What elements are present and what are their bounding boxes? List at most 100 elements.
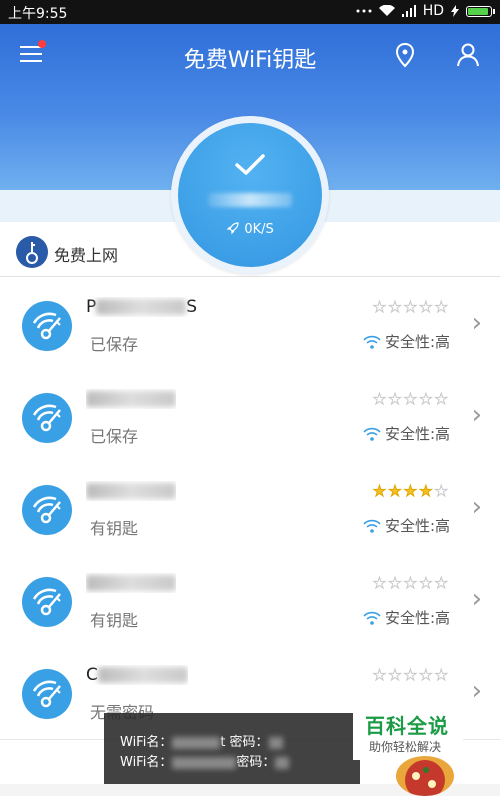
wifi-status-icon [378,5,395,16]
wifi-list-item[interactable]: 有钥匙 ★ ★ ★ ★ ★ 安全性:高 › [0,463,500,556]
wifi-list-item[interactable]: 已保存 ★ ★ ★ ★ ★ 安全性:高 › [0,371,500,464]
wifi-key-icon [22,669,72,719]
star-icon: ★ [403,298,418,316]
wifi-name-blurred [97,667,188,683]
wifi-status: 有钥匙 [90,519,139,538]
wifi-status: 已保存 [90,427,139,446]
security-label: 安全性:高 [384,609,450,627]
star-icon: ★ [388,298,402,316]
star-icon: ★ [372,298,387,316]
chevron-right-icon: › [471,400,482,430]
security-label: 安全性:高 [384,425,450,443]
wifi-small-icon [363,519,381,533]
wifi-name [86,481,176,501]
toast-line-1: WiFi名： t 密码： [120,731,283,750]
wifi-name-blurred [96,299,187,315]
star-icon: ★ [419,482,433,500]
wifi-security: 安全性:高 [363,515,450,536]
star-icon: ★ [419,574,433,592]
cell-signal-icon [401,5,416,17]
chevron-right-icon: › [471,492,482,522]
wifi-rating: ★ ★ ★ ★ ★ [372,298,448,316]
star-icon: ★ [372,390,387,408]
star-icon: ★ [403,666,418,684]
wifi-security: 安全性:高 [363,607,450,628]
wifi-rating: ★ ★ ★ ★ ★ [372,482,448,500]
star-icon: ★ [372,482,387,500]
wifi-name [86,573,176,593]
signal-dots-icon [356,9,372,13]
toast-mask [268,736,283,749]
star-icon: ★ [419,298,433,316]
wifi-name-blurred [86,575,176,591]
wifi-name-blurred [86,483,176,499]
wifi-key-icon [22,301,72,351]
star-icon: ★ [434,298,448,316]
star-icon: ★ [434,574,448,592]
wifi-name: C [86,665,188,685]
current-ssid-blurred [208,193,292,207]
promo-thumbnail [396,756,454,796]
network-type: HD [422,3,444,19]
wifi-small-icon [363,427,381,441]
check-icon [235,154,265,175]
chevron-right-icon: › [471,308,482,338]
security-label: 安全性:高 [384,333,450,351]
wifi-security: 安全性:高 [363,423,450,444]
wifi-list-item[interactable]: 有钥匙 ★ ★ ★ ★ ★ 安全性:高 › [0,555,500,648]
connect-button[interactable]: 0K/S [178,123,322,267]
star-icon: ★ [434,390,448,408]
wifi-name: PS [86,297,197,317]
watermark-title: 百科全说 [365,714,449,738]
wifi-name-suffix: S [186,297,198,317]
status-time: 上午9:55 [8,6,68,22]
wifi-rating: ★ ★ ★ ★ ★ [372,390,448,408]
wifi-name-visible: C [86,665,98,685]
toast-line1-mid: t 密码： [220,735,269,750]
wifi-rating: ★ ★ ★ ★ ★ [372,666,448,684]
toast-mask [275,756,290,769]
battery-icon [466,5,495,17]
rocket-icon [226,222,239,235]
wifi-security: 安全性:高 [363,331,450,352]
wifi-small-icon [363,335,381,349]
location-button[interactable] [390,40,420,70]
watermark-subtitle: 助你轻松解决 [369,740,442,754]
star-icon: ★ [403,390,418,408]
toast-mask [172,736,221,749]
status-bar: 上午9:55 HD [0,0,500,24]
star-icon: ★ [372,574,387,592]
star-icon: ★ [372,666,387,684]
toast-line-2: WiFi名： 密码： [120,751,290,770]
star-icon: ★ [403,574,418,592]
star-icon: ★ [403,482,418,500]
wifi-key-icon [22,577,72,627]
toast-line2-prefix: WiFi名： [120,755,173,770]
wifi-list-item[interactable]: PS 已保存 ★ ★ ★ ★ ★ 安全性:高 › [0,279,500,372]
star-icon: ★ [434,482,448,500]
star-icon: ★ [388,390,402,408]
star-icon: ★ [388,482,402,500]
security-label: 安全性:高 [384,517,450,535]
status-icons: HD [356,3,495,19]
star-icon: ★ [434,666,448,684]
free-internet-label: 免费上网 [54,246,119,265]
chevron-right-icon: › [471,584,482,614]
profile-button[interactable] [453,40,483,70]
wifi-name-blurred [86,391,176,407]
star-icon: ★ [419,390,433,408]
speed-value: 0K/S [244,222,274,237]
location-pin-icon [395,42,415,68]
speed-readout: 0K/S [178,221,322,237]
page-title: 免费WiFi钥匙 [183,48,317,73]
wifi-status: 有钥匙 [90,611,139,630]
wifi-key-icon [22,393,72,443]
wifi-small-icon [363,611,381,625]
wifi-status: 已保存 [90,335,139,354]
toast-line2-mid: 密码： [236,755,276,770]
wifi-name-visible: P [86,297,97,317]
chevron-right-icon: › [471,676,482,706]
key-icon [16,236,48,268]
wifi-key-icon [22,485,72,535]
toast-mask [172,756,237,769]
